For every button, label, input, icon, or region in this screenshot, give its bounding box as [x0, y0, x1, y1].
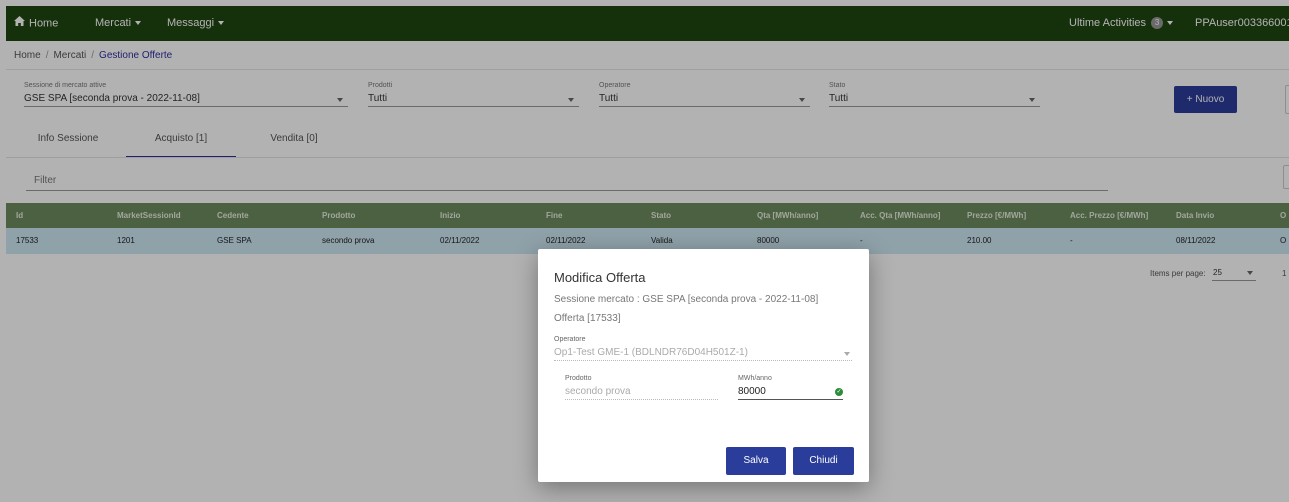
mwh-anno-label: MWh/anno	[738, 375, 772, 382]
prodotto-field-label: Prodotto	[565, 375, 592, 382]
operatore-field: Operatore Op1-Test GME-1 (BDLNDR76D04H50…	[554, 336, 852, 361]
mwh-anno-input[interactable]: 80000 ✓	[738, 384, 843, 400]
dialog-offerta-id: Offerta [17533]	[554, 313, 621, 324]
salva-button[interactable]: Salva	[726, 447, 786, 475]
chiudi-button[interactable]: Chiudi	[793, 447, 854, 475]
valid-check-icon: ✓	[835, 388, 843, 396]
prodotto-field-value: secondo prova	[565, 384, 718, 400]
operatore-field-value: Op1-Test GME-1 (BDLNDR76D04H501Z-1)	[554, 345, 852, 361]
dropdown-arrow-icon	[844, 352, 850, 356]
dialog-session-info: Sessione mercato : GSE SPA [seconda prov…	[554, 294, 819, 305]
mwh-anno-field[interactable]: MWh/anno 80000 ✓	[738, 375, 843, 400]
dialog-title: Modifica Offerta	[554, 270, 646, 285]
operatore-field-label: Operatore	[554, 336, 586, 343]
prodotto-field: Prodotto secondo prova	[565, 375, 718, 400]
modifica-offerta-dialog: Modifica Offerta Sessione mercato : GSE …	[538, 249, 869, 482]
